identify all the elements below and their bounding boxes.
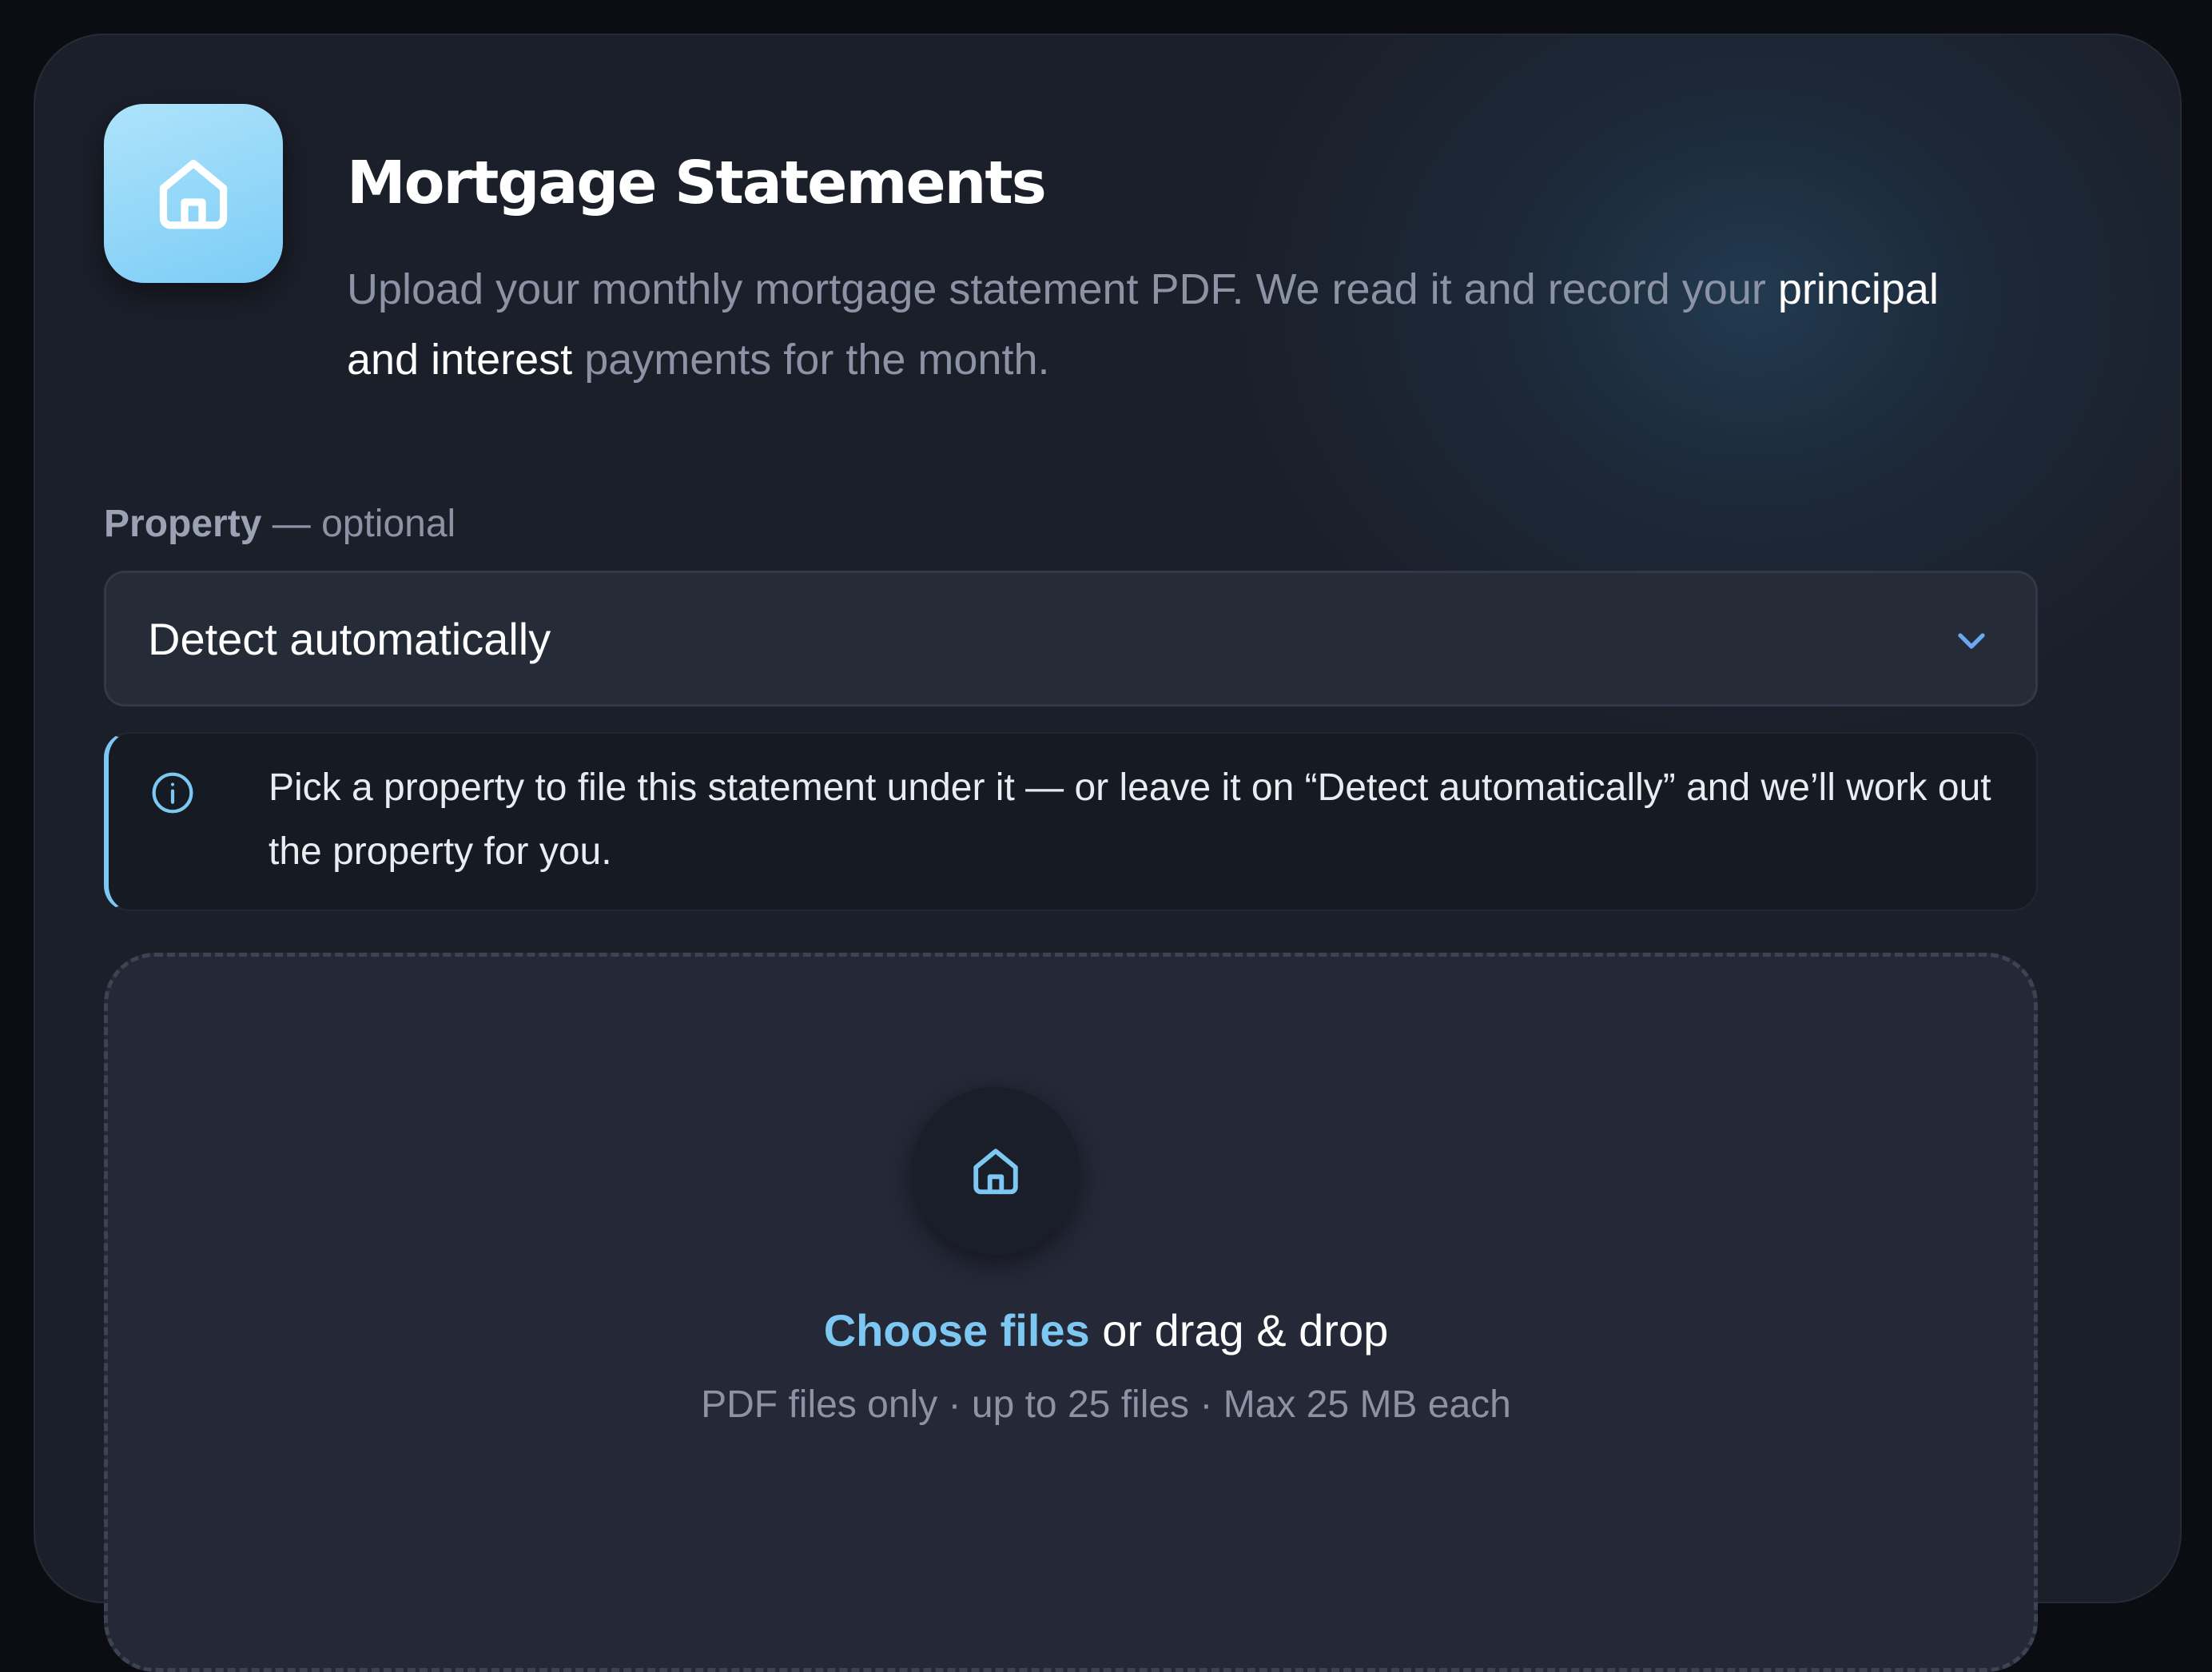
page-description: Upload your monthly mortgage statement P… <box>347 254 2009 395</box>
optional-label: — optional <box>261 503 456 545</box>
dropzone-hint: PDF files only · up to 25 files · Max 25… <box>701 1383 1511 1426</box>
chevron-down-icon <box>1958 633 1985 649</box>
choose-files-link[interactable]: Choose files <box>824 1305 1090 1356</box>
description-text-end: payments for the month. <box>572 336 1050 384</box>
info-note-text: Pick a property to file this statement u… <box>269 766 1991 873</box>
property-field-label: Property — optional <box>104 502 456 546</box>
house-icon <box>973 1149 1018 1195</box>
info-note: Pick a property to file this statement u… <box>104 732 2038 911</box>
property-label: Property <box>104 503 262 545</box>
description-text: Upload your monthly mortgage statement P… <box>347 265 1778 313</box>
dropzone-icon-badge <box>912 1087 1080 1255</box>
dropzone-title: Choose files or drag & drop <box>0 1304 2212 1356</box>
mortgage-app-icon <box>104 104 283 283</box>
house-icon <box>159 159 228 229</box>
page-title: Mortgage Statements <box>347 149 1047 217</box>
property-select[interactable]: Detect automatically <box>104 571 2038 707</box>
property-select-value: Detect automatically <box>148 613 551 664</box>
drag-drop-text: or drag & drop <box>1089 1305 1389 1356</box>
info-icon <box>152 772 193 814</box>
